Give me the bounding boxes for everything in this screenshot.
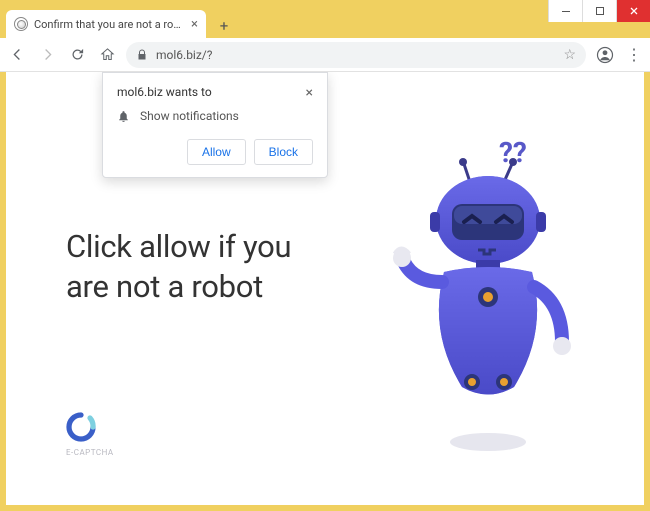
new-tab-button[interactable]: + (212, 14, 236, 38)
browser-tab[interactable]: Confirm that you are not a robot × (6, 10, 206, 38)
profile-button[interactable] (594, 44, 616, 66)
minimize-button[interactable] (548, 0, 582, 22)
block-button[interactable]: Block (254, 139, 313, 165)
popup-close-button[interactable]: × (306, 85, 313, 101)
notification-permission-popup: mol6.biz wants to × Show notifications A… (102, 72, 328, 178)
home-button[interactable] (96, 44, 118, 66)
browser-window: Confirm that you are not a robot × + mol… (0, 0, 650, 511)
page-headline: Click allow if you are not a robot (66, 227, 326, 306)
tab-close-button[interactable]: × (191, 17, 198, 32)
captcha-brand-label: E-CAPTCHA (66, 448, 114, 457)
page-viewport: Click allow if you are not a robot E-CAP… (6, 72, 644, 505)
bell-icon (117, 110, 130, 123)
lock-icon (136, 49, 148, 61)
address-bar[interactable]: mol6.biz/? ☆ (126, 42, 586, 68)
allow-button[interactable]: Allow (187, 139, 246, 165)
globe-icon (14, 17, 28, 31)
window-controls (548, 0, 650, 22)
maximize-button[interactable] (582, 0, 616, 22)
captcha-badge: E-CAPTCHA (66, 412, 114, 457)
kebab-menu-button[interactable]: ⋮ (624, 45, 644, 64)
toolbar: mol6.biz/? ☆ ⋮ (0, 38, 650, 72)
captcha-logo-icon (66, 412, 96, 442)
window-close-button[interactable] (616, 0, 650, 22)
forward-button[interactable] (36, 44, 58, 66)
permission-origin-text: mol6.biz wants to (117, 85, 212, 99)
robot-illustration: ?? (384, 132, 594, 462)
bookmark-star-icon[interactable]: ☆ (563, 47, 576, 63)
tab-title: Confirm that you are not a robot (34, 18, 185, 31)
permission-request-text: Show notifications (140, 109, 239, 123)
reload-button[interactable] (66, 44, 88, 66)
url-text: mol6.biz/? (156, 48, 555, 62)
back-button[interactable] (6, 44, 28, 66)
